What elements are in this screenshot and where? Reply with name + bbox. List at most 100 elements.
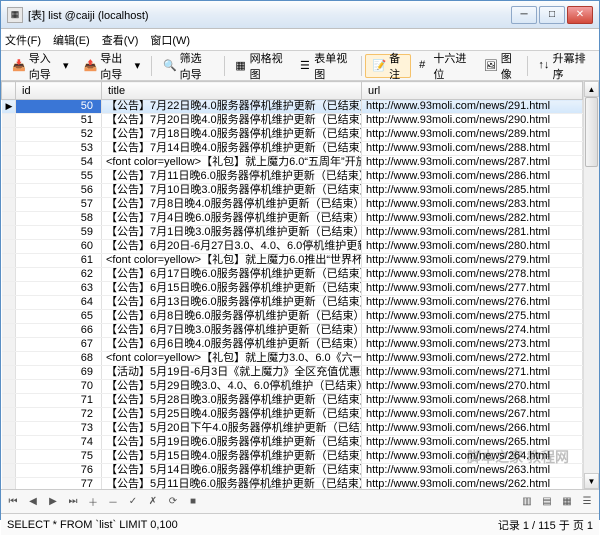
cell-url[interactable]: http://www.93moli.com/news/278.html — [362, 268, 583, 282]
nav-add-button[interactable]: ＋ — [85, 494, 101, 510]
cell-title[interactable]: 【公告】6月15日晚6.0服务器停机维护更新（已结束） — [102, 282, 362, 296]
cell-url[interactable]: http://www.93moli.com/news/265.html — [362, 436, 583, 450]
table-row[interactable]: 53【公告】7月14日晚4.0服务器停机维护更新（已结束）http://www.… — [2, 142, 583, 156]
table-row[interactable]: 70【公告】5月29日晚3.0、4.0、6.0停机维护（已结束）--- 开htt… — [2, 380, 583, 394]
cell-url[interactable]: http://www.93moli.com/news/268.html — [362, 394, 583, 408]
cell-title[interactable]: 【公告】7月14日晚4.0服务器停机维护更新（已结束） — [102, 142, 362, 156]
col-url[interactable]: url — [362, 82, 583, 100]
cell-id[interactable]: 70 — [16, 380, 102, 394]
image-button[interactable]: 🖼图像 — [477, 54, 523, 78]
cell-title[interactable]: 【公告】7月10日晚3.0服务器停机维护更新（已结束） — [102, 184, 362, 198]
cell-id[interactable]: 56 — [16, 184, 102, 198]
table-row[interactable]: 66【公告】6月7日晚3.0服务器停机维护更新（已结束）http://www.9… — [2, 324, 583, 338]
cell-id[interactable]: 52 — [16, 128, 102, 142]
cell-title[interactable]: 【公告】6月20日-6月27日3.0、4.0、6.0停机维护更新内容 — [102, 240, 362, 254]
cell-title[interactable]: 【公告】7月4日晚6.0服务器停机维护更新（已结束） — [102, 212, 362, 226]
nav-prev-button[interactable]: ◀ — [25, 494, 41, 510]
cell-title[interactable]: 【公告】7月11日晚6.0服务器停机维护更新（已结束）---升6. — [102, 170, 362, 184]
cell-url[interactable]: http://www.93moli.com/news/271.html — [362, 366, 583, 380]
table-row[interactable]: 61<font color=yellow>【礼包】就上魔力6.0推出“世界杯”超… — [2, 254, 583, 268]
cell-id[interactable]: 77 — [16, 478, 102, 490]
nav-commit-button[interactable]: ✓ — [125, 494, 141, 510]
cell-title[interactable]: 【公告】7月22日晚4.0服务器停机维护更新（已结束） — [102, 100, 362, 114]
table-row[interactable]: 73【公告】5月20日下午4.0服务器停机维护更新（已结束）http://www… — [2, 422, 583, 436]
table-row[interactable]: 62【公告】6月17日晚6.0服务器停机维护更新（已结束）http://www.… — [2, 268, 583, 282]
cell-url[interactable]: http://www.93moli.com/news/264.html — [362, 450, 583, 464]
scroll-thumb[interactable] — [585, 97, 598, 167]
note-button[interactable]: 📝备注 — [365, 54, 411, 78]
nav-tool1-button[interactable]: ▥ — [519, 494, 535, 510]
cell-id[interactable]: 63 — [16, 282, 102, 296]
table-row[interactable]: 72【公告】5月25日晚4.0服务器停机维护更新（已结束）http://www.… — [2, 408, 583, 422]
cell-id[interactable]: 61 — [16, 254, 102, 268]
cell-title[interactable]: 【公告】6月13日晚6.0服务器停机维护更新（已结束） — [102, 296, 362, 310]
cell-id[interactable]: 72 — [16, 408, 102, 422]
cell-url[interactable]: http://www.93moli.com/news/267.html — [362, 408, 583, 422]
cell-title[interactable]: <font color=yellow>【礼包】就上魔力3.0、6.0《六一端午》 — [102, 352, 362, 366]
cell-title[interactable]: 【公告】5月28日晚3.0服务器停机维护更新（已结束） — [102, 394, 362, 408]
cell-id[interactable]: 75 — [16, 450, 102, 464]
cell-url[interactable]: http://www.93moli.com/news/288.html — [362, 142, 583, 156]
grid-view-button[interactable]: ▦网格视图 — [228, 54, 292, 78]
cell-title[interactable]: <font color=yellow>【礼包】就上魔力6.0推出“世界杯”超值礼 — [102, 254, 362, 268]
cell-title[interactable]: 【公告】5月14日晚6.0服务器停机维护更新（已结束） — [102, 464, 362, 478]
cell-id[interactable]: 54 — [16, 156, 102, 170]
cell-title[interactable]: 【公告】5月20日下午4.0服务器停机维护更新（已结束） — [102, 422, 362, 436]
cell-id[interactable]: 53 — [16, 142, 102, 156]
cell-id[interactable]: 51 — [16, 114, 102, 128]
cell-id[interactable]: 64 — [16, 296, 102, 310]
table-row[interactable]: 65【公告】6月8日晚6.0服务器停机维护更新（已结束）http://www.9… — [2, 310, 583, 324]
menu-window[interactable]: 窗口(W) — [150, 32, 190, 48]
cell-title[interactable]: 【公告】7月18日晚4.0服务器停机维护更新（已结束） — [102, 128, 362, 142]
cell-url[interactable]: http://www.93moli.com/news/286.html — [362, 170, 583, 184]
cell-id[interactable]: 67 — [16, 338, 102, 352]
nav-tool3-button[interactable]: ▦ — [559, 494, 575, 510]
close-button[interactable]: ✕ — [567, 6, 593, 24]
col-id[interactable]: id — [16, 82, 102, 100]
cell-url[interactable]: http://www.93moli.com/news/289.html — [362, 128, 583, 142]
cell-title[interactable]: <font color=yellow>【礼包】就上魔力6.0“五周年”开放充值併 — [102, 156, 362, 170]
nav-last-button[interactable]: ⏭ — [65, 494, 81, 510]
table-row[interactable]: 75【公告】5月15日晚4.0服务器停机维护更新（已结束）http://www.… — [2, 450, 583, 464]
cell-url[interactable]: http://www.93moli.com/news/291.html — [362, 100, 583, 114]
cell-id[interactable]: 76 — [16, 464, 102, 478]
cell-title[interactable]: 【公告】5月11日晚6.0服务器停机维护更新（已结束） — [102, 478, 362, 490]
minimize-button[interactable]: ─ — [511, 6, 537, 24]
nav-cancel-button[interactable]: ✗ — [145, 494, 161, 510]
cell-title[interactable]: 【公告】5月15日晚4.0服务器停机维护更新（已结束） — [102, 450, 362, 464]
hex-button[interactable]: #十六进位 — [412, 54, 476, 78]
cell-url[interactable]: http://www.93moli.com/news/263.html — [362, 464, 583, 478]
table-row[interactable]: 67【公告】6月6日晚4.0服务器停机维护更新（已结束）http://www.9… — [2, 338, 583, 352]
table-row[interactable]: 74【公告】5月19日晚6.0服务器停机维护更新（已结束）http://www.… — [2, 436, 583, 450]
sort-asc-button[interactable]: ↑↓升冪排序 — [531, 54, 595, 78]
form-view-button[interactable]: ☰表单视图 — [293, 54, 357, 78]
table-row[interactable]: 57【公告】7月8日晚4.0服务器停机维护更新（已结束）http://www.9… — [2, 198, 583, 212]
table-row[interactable]: 60【公告】6月20日-6月27日3.0、4.0、6.0停机维护更新内容http… — [2, 240, 583, 254]
scroll-up-button[interactable]: ▲ — [584, 81, 599, 97]
cell-id[interactable]: 69 — [16, 366, 102, 380]
table-row[interactable]: 54<font color=yellow>【礼包】就上魔力6.0“五周年”开放充… — [2, 156, 583, 170]
cell-title[interactable]: 【公告】6月8日晚6.0服务器停机维护更新（已结束） — [102, 310, 362, 324]
cell-id[interactable]: 50 — [16, 100, 102, 114]
cell-title[interactable]: 【活动】5月19日-6月3日《就上魔力》全区充值优惠进行中 — [102, 366, 362, 380]
cell-url[interactable]: http://www.93moli.com/news/285.html — [362, 184, 583, 198]
scroll-down-button[interactable]: ▼ — [584, 473, 599, 489]
cell-id[interactable]: 71 — [16, 394, 102, 408]
cell-id[interactable]: 58 — [16, 212, 102, 226]
nav-refresh-button[interactable]: ⟳ — [165, 494, 181, 510]
cell-id[interactable]: 73 — [16, 422, 102, 436]
cell-id[interactable]: 55 — [16, 170, 102, 184]
cell-url[interactable]: http://www.93moli.com/news/277.html — [362, 282, 583, 296]
cell-id[interactable]: 57 — [16, 198, 102, 212]
cell-title[interactable]: 【公告】6月17日晚6.0服务器停机维护更新（已结束） — [102, 268, 362, 282]
table-row[interactable]: 69【活动】5月19日-6月3日《就上魔力》全区充值优惠进行中http://ww… — [2, 366, 583, 380]
table-row[interactable]: 77【公告】5月11日晚6.0服务器停机维护更新（已结束）http://www.… — [2, 478, 583, 490]
cell-url[interactable]: http://www.93moli.com/news/282.html — [362, 212, 583, 226]
cell-url[interactable]: http://www.93moli.com/news/290.html — [362, 114, 583, 128]
col-title[interactable]: title — [102, 82, 362, 100]
cell-id[interactable]: 66 — [16, 324, 102, 338]
cell-id[interactable]: 74 — [16, 436, 102, 450]
table-row[interactable]: 59【公告】7月1日晚3.0服务器停机维护更新（已结束）http://www.9… — [2, 226, 583, 240]
cell-url[interactable]: http://www.93moli.com/news/283.html — [362, 198, 583, 212]
cell-id[interactable]: 59 — [16, 226, 102, 240]
